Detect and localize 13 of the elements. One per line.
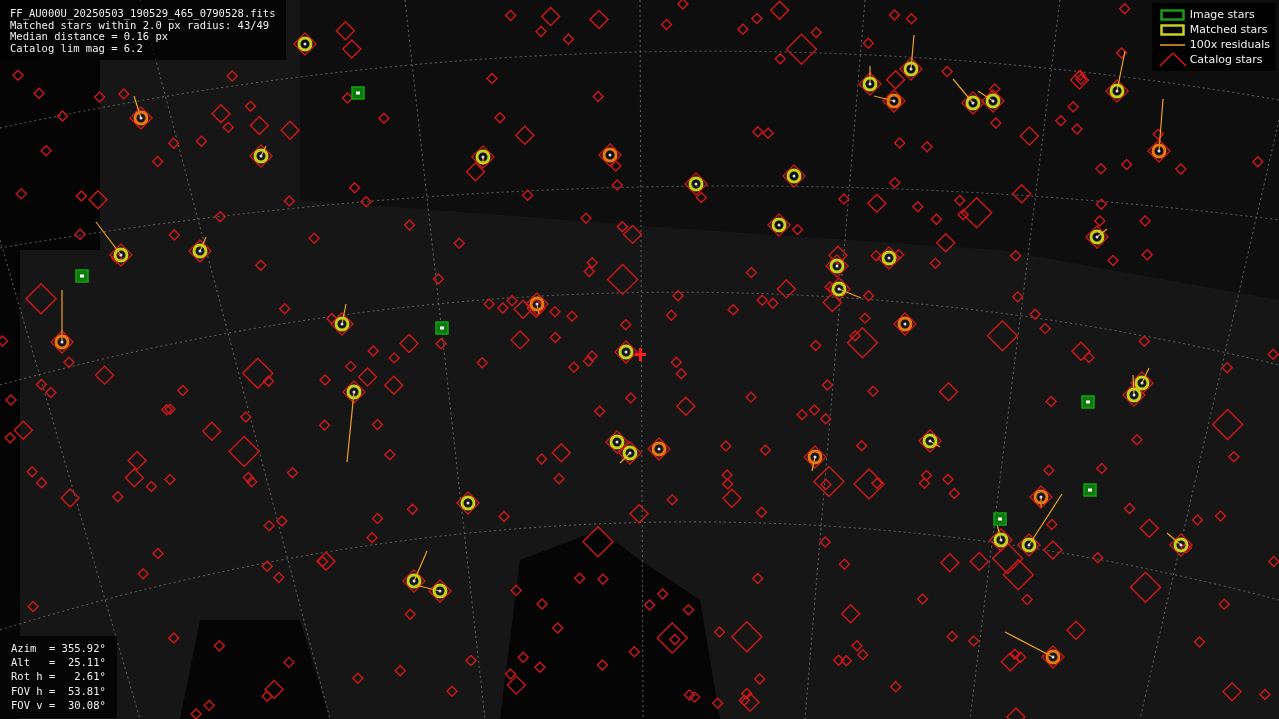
info-text: Catalog lim mag = 6.2 <box>10 42 144 54</box>
legend-label: Matched stars <box>1189 23 1268 36</box>
pointing-text: Rot h = 2.61° <box>11 669 106 684</box>
info-text: Median distance = 0.16 px <box>10 31 169 43</box>
pointing-text: FOV v = 30.08° <box>11 697 106 712</box>
info-text: FF_AU000U_20250503_190529_465_0790528.fits <box>10 8 276 20</box>
pointing-text: Azim = 355.92° <box>11 641 106 656</box>
legend-label: Catalog stars <box>1189 53 1263 66</box>
legend-label: 100x residuals <box>1189 38 1270 51</box>
pointing-text: FOV h = 53.81° <box>11 683 106 698</box>
legend-label: Image stars <box>1189 8 1255 21</box>
info-text: Matched stars within 2.0 px radius: 43/49 <box>10 19 270 31</box>
pointing-text: Alt = 25.11° <box>11 655 106 670</box>
